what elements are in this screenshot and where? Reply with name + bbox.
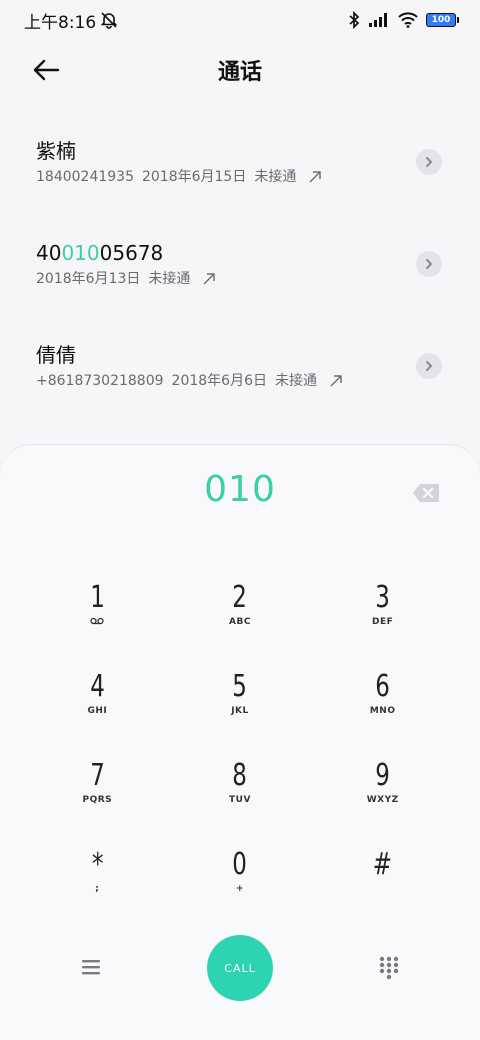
voicemail-icon: [90, 617, 104, 625]
keypad-toggle-button[interactable]: [378, 956, 400, 980]
call-status: 未接通: [274, 373, 317, 389]
call-detail-button[interactable]: [416, 353, 442, 379]
key-letters: +: [235, 884, 245, 894]
key-letters: TUV: [229, 795, 251, 805]
call-contact-name: 4001005678: [36, 240, 444, 266]
call-button-label: CALL: [224, 961, 256, 975]
key-letters: WXYZ: [366, 795, 399, 805]
key-star[interactable]: * ;: [26, 844, 169, 933]
header: 通话: [0, 44, 480, 96]
key-hash[interactable]: #: [311, 844, 454, 933]
chevron-right-icon: [426, 259, 433, 269]
call-number-prefix: 40: [36, 241, 62, 265]
battery-icon: 100: [426, 13, 459, 27]
key-letters: GHI: [87, 706, 108, 716]
outgoing-call-icon: [329, 374, 343, 388]
chevron-right-icon: [426, 157, 433, 167]
chevron-right-icon: [426, 361, 433, 371]
key-digit: 0: [232, 847, 248, 882]
key-letters: PQRS: [82, 795, 113, 805]
call-number-suffix: 05678: [99, 241, 164, 265]
bluetooth-icon: [348, 11, 360, 29]
key-digit: 5: [232, 669, 248, 704]
battery-level: 100: [431, 15, 451, 25]
call-date: 2018年6月15日: [141, 169, 247, 185]
backspace-button[interactable]: [412, 483, 440, 503]
dialpad-icon: [379, 956, 399, 980]
key-digit: 8: [232, 758, 248, 793]
call-detail-button[interactable]: [416, 149, 442, 175]
key-2[interactable]: 2 ABC: [169, 577, 312, 666]
outgoing-call-icon: [202, 272, 216, 286]
call-log-item[interactable]: 4001005678 2018年6月13日 未接通: [0, 214, 480, 316]
call-meta: 2018年6月13日 未接通: [36, 270, 444, 288]
signal-icon: [368, 12, 390, 28]
menu-button[interactable]: [80, 957, 102, 977]
page-title: 通话: [217, 60, 262, 85]
key-letters: JKL: [231, 706, 249, 716]
call-contact-name: 紫楠: [36, 139, 76, 163]
call-button[interactable]: CALL: [207, 935, 273, 1001]
wifi-icon: [398, 12, 418, 28]
backspace-icon: [413, 484, 439, 502]
key-digit: 4: [90, 669, 105, 704]
key-digit: #: [373, 847, 393, 882]
key-6[interactable]: 6 MNO: [311, 666, 454, 755]
keypad-grid: 1 2 ABC 3 DEF 4 GHI 5 JKL 6 MNO 7 PQRS 8…: [26, 577, 454, 933]
key-letters: DEF: [372, 617, 394, 627]
key-letters: ABC: [229, 617, 251, 627]
call-log-item[interactable]: 倩倩 +8618730218809 2018年6月6日 未接通: [0, 316, 480, 418]
key-digit: 6: [375, 669, 390, 704]
status-time: 上午8:16: [24, 12, 97, 33]
key-9[interactable]: 9 WXYZ: [311, 755, 454, 844]
key-5[interactable]: 5 JKL: [169, 666, 312, 755]
key-7[interactable]: 7 PQRS: [26, 755, 169, 844]
key-8[interactable]: 8 TUV: [169, 755, 312, 844]
call-date: 2018年6月6日: [171, 373, 267, 389]
key-digit: 1: [90, 580, 105, 615]
key-1[interactable]: 1: [26, 577, 169, 666]
call-status: 未接通: [254, 169, 297, 185]
call-date: 2018年6月13日: [36, 271, 141, 287]
call-meta: 18400241935 2018年6月15日 未接通: [36, 168, 444, 186]
outgoing-call-icon: [308, 170, 322, 184]
call-log-item[interactable]: 紫楠 18400241935 2018年6月15日 未接通: [0, 112, 480, 214]
call-number: +8618730218809: [36, 373, 164, 389]
dial-input[interactable]: 010: [0, 469, 480, 510]
menu-icon: [82, 960, 100, 975]
key-digit: 9: [375, 758, 390, 793]
key-3[interactable]: 3 DEF: [311, 577, 454, 666]
key-digit: 2: [232, 580, 248, 615]
call-status: 未接通: [148, 271, 191, 287]
call-log-list: 紫楠 18400241935 2018年6月15日 未接通 4001005678…: [0, 112, 480, 418]
call-detail-button[interactable]: [416, 251, 442, 277]
key-digit: 7: [90, 758, 105, 793]
alarm-off-icon: [100, 11, 118, 29]
key-letters: MNO: [369, 706, 396, 716]
call-contact-name: 倩倩: [36, 343, 76, 367]
dialpad: 010 1 2 ABC 3 DEF 4 GHI 5 JKL 6 MNO 7 PQ…: [0, 444, 480, 1040]
status-bar: 上午8:16 100: [0, 0, 480, 40]
key-0[interactable]: 0 +: [169, 844, 312, 933]
key-4[interactable]: 4 GHI: [26, 666, 169, 755]
key-letters: ;: [95, 884, 100, 894]
call-number: 18400241935: [36, 169, 134, 185]
key-digit: 3: [375, 580, 390, 615]
call-meta: +8618730218809 2018年6月6日 未接通: [36, 372, 444, 390]
call-number-match: 010: [61, 241, 100, 265]
dialpad-bottom-bar: CALL: [0, 935, 480, 1001]
key-digit: *: [91, 847, 104, 882]
